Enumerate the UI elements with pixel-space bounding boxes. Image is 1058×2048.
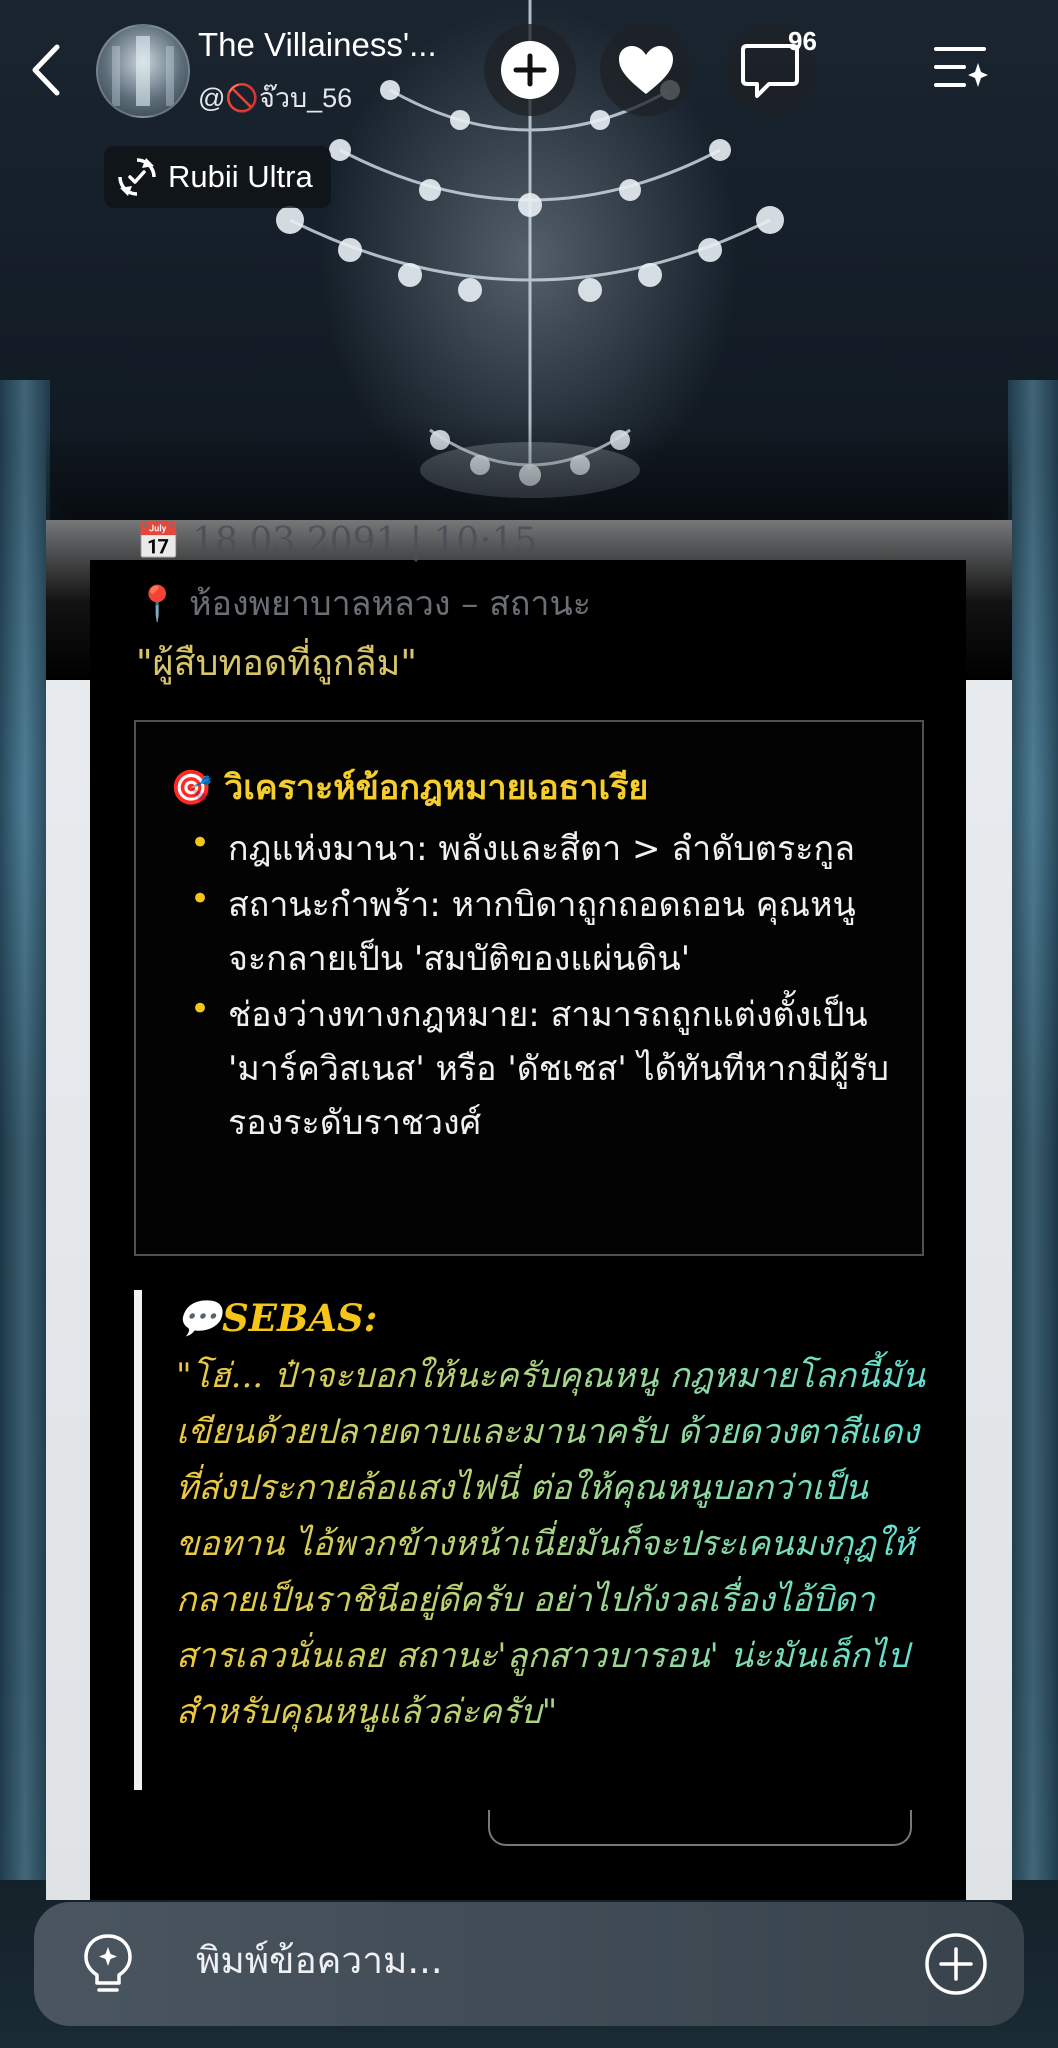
character-avatar[interactable] (96, 24, 190, 118)
plus-circle-icon (501, 41, 559, 99)
background-window-left (0, 380, 50, 1880)
back-button[interactable] (22, 38, 70, 102)
quote-bar (134, 1290, 142, 1790)
message-date: 📅 18.03.2091 | 10:15 (136, 521, 538, 562)
chevron-left-icon (32, 44, 60, 96)
law-analysis-heading: 🎯 วิเคราะห์ข้อกฎหมายเอธาเรีย (170, 768, 649, 808)
menu-button[interactable] (924, 30, 1000, 106)
attach-button[interactable] (922, 1930, 990, 1998)
comment-count: 96 (788, 26, 817, 56)
follow-button[interactable] (484, 24, 576, 116)
message-divider (488, 1810, 912, 1846)
speaker-name: 💬SEBAS: (176, 1296, 378, 1340)
list-item: ช่องว่างทางกฎหมาย: สามารถถูกแต่งตั้งเป็น… (190, 982, 890, 1150)
model-badge-label: Rubii Ultra (168, 159, 313, 194)
list-item: กฎแห่งมานา: พลังและสีตา > ลำดับตระกูล (190, 816, 890, 876)
message-quote-title: "ผู้สืบทอดที่ถูกลืม" (136, 643, 417, 684)
message-input-bar (34, 1902, 1024, 2026)
message-location: 📍 ห้องพยาบาลหลวง – สถานะ (136, 584, 591, 624)
suggestion-button[interactable] (76, 1932, 140, 1996)
lightbulb-icon (84, 1934, 132, 1992)
speaker-dialogue: "โฮ่... ป๋าจะบอกให้นะครับคุณหนู กฎหมายโล… (176, 1348, 936, 1740)
character-title[interactable]: The Villainess'... (198, 26, 437, 64)
list-item: สถานะกำพร้า: หากบิดาถูกถอดถอน คุณหนูจะกล… (190, 872, 890, 986)
sebas-quote-block: 💬SEBAS: "โฮ่... ป๋าจะบอกให้นะครับคุณหนู … (134, 1290, 934, 1790)
law-analysis-list: กฎแห่งมานา: พลังและสีตา > ลำดับตระกูล สถ… (190, 816, 890, 1152)
like-button[interactable] (600, 24, 692, 116)
plus-circle-icon (925, 1933, 987, 1995)
heart-icon (619, 46, 673, 94)
list-sparkle-icon (934, 47, 988, 87)
model-switch-icon (118, 158, 156, 196)
law-analysis-box: 🎯 วิเคราะห์ข้อกฎหมายเอธาเรีย กฎแห่งมานา:… (134, 720, 924, 1256)
model-badge[interactable]: Rubii Ultra (104, 146, 331, 208)
creator-handle[interactable]: @🚫จ๊วบ_56 (198, 76, 352, 119)
background-window-right (1008, 380, 1058, 1880)
message-input[interactable] (194, 1938, 918, 1983)
